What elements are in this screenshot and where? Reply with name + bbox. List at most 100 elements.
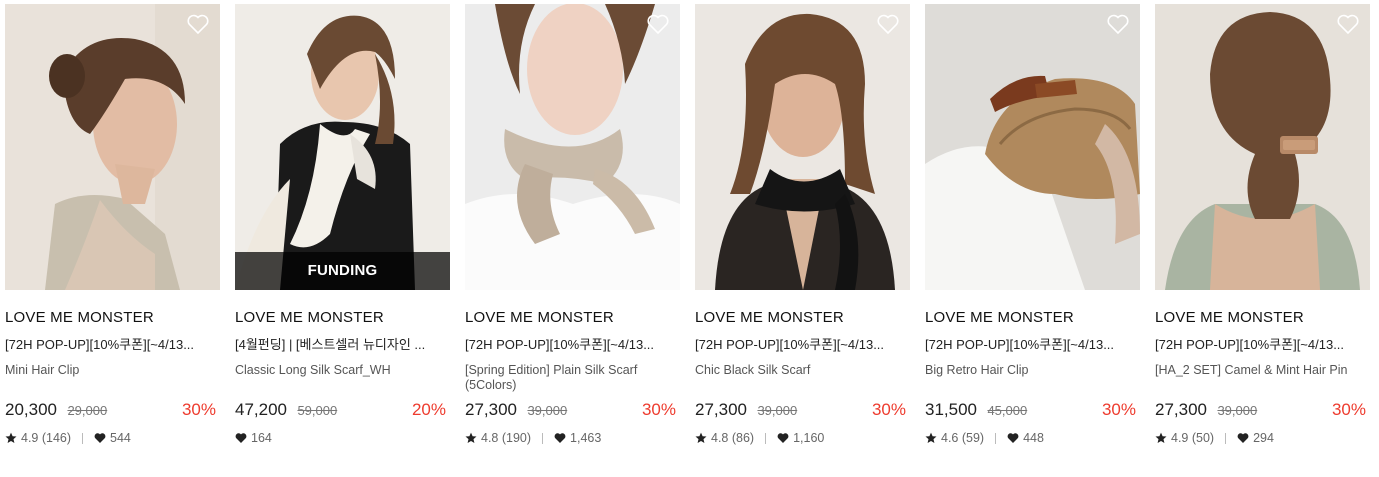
product-title[interactable]: [72H POP-UP][10%쿠폰][~4/13... xyxy=(465,336,680,354)
brand-name[interactable]: LOVE ME MONSTER xyxy=(695,309,910,327)
price-row: 27,300 39,000 30% xyxy=(695,399,910,421)
rating-text: 4.9 (146) xyxy=(21,431,72,445)
rating-text: 4.9 (50) xyxy=(1171,431,1215,445)
product-image[interactable] xyxy=(695,4,910,290)
meta-divider xyxy=(1225,432,1227,444)
product-photo xyxy=(235,4,450,290)
heart-filled-icon xyxy=(94,432,106,444)
rating-text: 4.6 (59) xyxy=(941,431,985,445)
product-meta: 4.6 (59) 448 xyxy=(925,430,1140,446)
wishlist-heart-icon[interactable] xyxy=(186,13,210,35)
heart-filled-icon xyxy=(777,432,789,444)
heart-filled-icon xyxy=(554,432,566,444)
sale-price: 27,300 xyxy=(1155,400,1207,419)
price-row: 47,200 59,000 20% xyxy=(235,399,450,421)
likes-count: 1,160 xyxy=(793,431,825,445)
product-title[interactable]: [72H POP-UP][10%쿠폰][~4/13... xyxy=(695,336,910,354)
rating-text: 4.8 (86) xyxy=(711,431,755,445)
product-image[interactable] xyxy=(925,4,1140,290)
sale-price: 47,200 xyxy=(235,400,287,419)
meta-divider xyxy=(765,432,767,444)
product-image[interactable] xyxy=(1155,4,1370,290)
original-price: 39,000 xyxy=(1217,403,1258,418)
brand-name[interactable]: LOVE ME MONSTER xyxy=(5,309,220,327)
product-image[interactable] xyxy=(465,4,680,290)
product-title[interactable]: [72H POP-UP][10%쿠폰][~4/13... xyxy=(1155,336,1370,354)
likes-count: 448 xyxy=(1023,431,1044,445)
star-icon xyxy=(925,432,937,444)
product-meta: 4.9 (50) 294 xyxy=(1155,430,1370,446)
original-price: 39,000 xyxy=(527,403,568,418)
original-price: 39,000 xyxy=(757,403,798,418)
product-meta: 164 xyxy=(235,430,450,446)
product-subtitle: Chic Black Silk Scarf xyxy=(695,363,811,377)
brand-name[interactable]: LOVE ME MONSTER xyxy=(925,309,1140,327)
brand-name[interactable]: LOVE ME MONSTER xyxy=(465,309,680,327)
product-image[interactable]: FUNDING xyxy=(235,4,450,290)
product-image[interactable] xyxy=(5,4,220,290)
sale-price: 27,300 xyxy=(695,400,747,419)
original-price: 29,000 xyxy=(67,403,108,418)
meta-divider xyxy=(82,432,84,444)
star-icon xyxy=(695,432,707,444)
wishlist-heart-icon[interactable] xyxy=(1106,13,1130,35)
product-meta: 4.8 (86) 1,160 xyxy=(695,430,910,446)
product-subtitle: [HA_2 SET] Camel & Mint Hair Pin xyxy=(1155,363,1348,377)
product-subtitle: Big Retro Hair Clip xyxy=(925,363,1029,377)
sale-price: 27,300 xyxy=(465,400,517,419)
product-card[interactable]: FUNDING LOVE ME MONSTER [4월펀딩] | [베스트셀러 … xyxy=(235,4,450,446)
wishlist-heart-icon[interactable] xyxy=(876,13,900,35)
product-title[interactable]: [72H POP-UP][10%쿠폰][~4/13... xyxy=(5,336,220,354)
product-photo xyxy=(465,4,680,290)
product-grid: LOVE ME MONSTER [72H POP-UP][10%쿠폰][~4/1… xyxy=(0,0,1379,477)
price-row: 27,300 39,000 30% xyxy=(465,399,680,421)
star-icon xyxy=(465,432,477,444)
likes-count: 544 xyxy=(110,431,131,445)
product-card[interactable]: LOVE ME MONSTER [72H POP-UP][10%쿠폰][~4/1… xyxy=(695,4,910,446)
price-row: 27,300 39,000 30% xyxy=(1155,399,1370,421)
heart-filled-icon xyxy=(1237,432,1249,444)
product-subtitle: Classic Long Silk Scarf_WH xyxy=(235,363,391,377)
product-subtitle: [Spring Edition] Plain Silk Scarf (5Colo… xyxy=(465,363,638,392)
meta-divider xyxy=(542,432,544,444)
product-title[interactable]: [4월펀딩] | [베스트셀러 뉴디자인 ... xyxy=(235,336,450,354)
likes-count: 164 xyxy=(251,431,272,445)
rating-text: 4.8 (190) xyxy=(481,431,532,445)
product-photo xyxy=(925,4,1140,290)
funding-badge: FUNDING xyxy=(235,252,450,290)
product-photo xyxy=(695,4,910,290)
star-icon xyxy=(1155,432,1167,444)
discount-rate: 30% xyxy=(1101,400,1136,419)
discount-rate: 20% xyxy=(411,400,446,419)
product-subtitle: Mini Hair Clip xyxy=(5,363,80,377)
product-meta: 4.9 (146) 544 xyxy=(5,430,220,446)
heart-filled-icon xyxy=(1007,432,1019,444)
wishlist-heart-icon[interactable] xyxy=(646,13,670,35)
product-photo xyxy=(1155,4,1370,290)
discount-rate: 30% xyxy=(641,400,676,419)
price-row: 31,500 45,000 30% xyxy=(925,399,1140,421)
likes-count: 294 xyxy=(1253,431,1274,445)
discount-rate: 30% xyxy=(181,400,216,419)
wishlist-heart-icon[interactable] xyxy=(1336,13,1360,35)
brand-name[interactable]: LOVE ME MONSTER xyxy=(1155,309,1370,327)
meta-divider xyxy=(995,432,997,444)
product-photo xyxy=(5,4,220,290)
product-title[interactable]: [72H POP-UP][10%쿠폰][~4/13... xyxy=(925,336,1140,354)
brand-name[interactable]: LOVE ME MONSTER xyxy=(235,309,450,327)
product-card[interactable]: LOVE ME MONSTER [72H POP-UP][10%쿠폰][~4/1… xyxy=(5,4,220,446)
discount-rate: 30% xyxy=(871,400,906,419)
sale-price: 31,500 xyxy=(925,400,977,419)
product-card[interactable]: LOVE ME MONSTER [72H POP-UP][10%쿠폰][~4/1… xyxy=(925,4,1140,446)
original-price: 45,000 xyxy=(987,403,1028,418)
original-price: 59,000 xyxy=(297,403,338,418)
sale-price: 20,300 xyxy=(5,400,57,419)
product-card[interactable]: LOVE ME MONSTER [72H POP-UP][10%쿠폰][~4/1… xyxy=(465,4,680,446)
product-card[interactable]: LOVE ME MONSTER [72H POP-UP][10%쿠폰][~4/1… xyxy=(1155,4,1370,446)
heart-filled-icon xyxy=(235,432,247,444)
star-icon xyxy=(5,432,17,444)
price-row: 20,300 29,000 30% xyxy=(5,399,220,421)
discount-rate: 30% xyxy=(1331,400,1366,419)
product-meta: 4.8 (190) 1,463 xyxy=(465,430,680,446)
likes-count: 1,463 xyxy=(570,431,602,445)
